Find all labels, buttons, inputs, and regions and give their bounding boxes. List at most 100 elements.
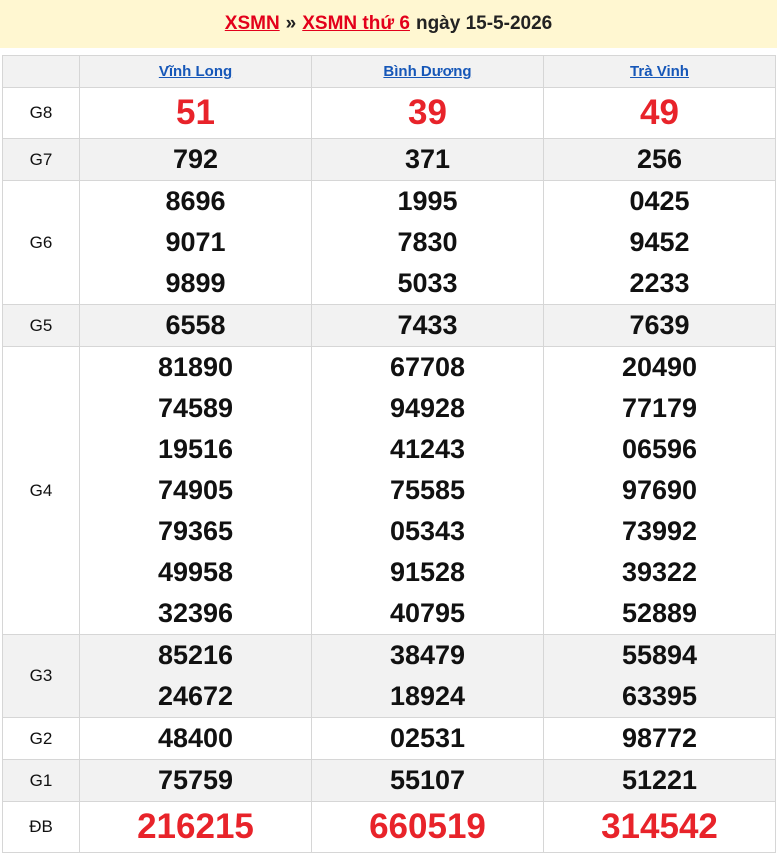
- result-number: 73992: [621, 516, 698, 546]
- result-number: 55107: [389, 765, 466, 795]
- result-cell: 67708 94928 41243 75585 05343 91528 4079…: [311, 346, 544, 635]
- special-prize-number: 314542: [601, 807, 718, 846]
- result-number: 20490: [621, 352, 698, 382]
- province-header-tra-vinh: Trà Vinh: [543, 55, 776, 88]
- breadcrumb-separator: »: [285, 13, 297, 34]
- result-number: 55894: [621, 640, 698, 670]
- result-cell: 49: [543, 87, 776, 139]
- result-number: 9071: [165, 227, 226, 257]
- prize-row-g1: G1 75759 55107 51221: [2, 759, 776, 802]
- result-cell: 48400: [79, 717, 312, 760]
- prize-label: G5: [2, 304, 80, 347]
- result-number: 7830: [397, 227, 458, 257]
- result-cell: 38479 18924: [311, 634, 544, 718]
- result-number: 75759: [157, 765, 234, 795]
- result-number: 39322: [621, 557, 698, 587]
- prize-label: G7: [2, 138, 80, 181]
- prize-label: G6: [2, 180, 80, 305]
- result-cell: 8696 9071 9899: [79, 180, 312, 305]
- result-cell: 75759: [79, 759, 312, 802]
- result-number: 18924: [389, 681, 466, 711]
- result-cell: 98772: [543, 717, 776, 760]
- prize-row-g4: G4 81890 74589 19516 74905 79365 49958 3…: [2, 346, 776, 635]
- result-number: 91528: [389, 557, 466, 587]
- result-number: 41243: [389, 434, 466, 464]
- xsmn-link[interactable]: XSMN: [225, 13, 280, 35]
- result-number: 256: [636, 144, 683, 174]
- result-number: 792: [172, 144, 219, 174]
- table-header-row: Vĩnh Long Bình Dương Trà Vinh: [2, 55, 776, 88]
- prize-row-g3: G3 85216 24672 38479 18924 55894 63395: [2, 634, 776, 718]
- result-number: 85216: [157, 640, 234, 670]
- result-number: 9452: [629, 227, 690, 257]
- result-number: 98772: [621, 723, 698, 753]
- result-number: 02531: [389, 723, 466, 753]
- result-number: 75585: [389, 475, 466, 505]
- province-link-vinh-long[interactable]: Vĩnh Long: [159, 63, 232, 80]
- result-number: 48400: [157, 723, 234, 753]
- page-header: XSMN » XSMN thứ 6 ngày 15-5-2026: [0, 0, 777, 48]
- result-number: 51221: [621, 765, 698, 795]
- result-cell: 1995 7830 5033: [311, 180, 544, 305]
- result-cell: 55107: [311, 759, 544, 802]
- prize-label: G1: [2, 759, 80, 802]
- special-prize-number: 216215: [137, 807, 254, 846]
- result-number: 24672: [157, 681, 234, 711]
- result-number: 81890: [157, 352, 234, 382]
- result-number: 371: [404, 144, 451, 174]
- province-header-binh-duong: Bình Dương: [311, 55, 544, 88]
- results-table: Vĩnh Long Bình Dương Trà Vinh G8 51 39 4…: [2, 55, 776, 853]
- result-cell: 216215: [79, 801, 312, 853]
- result-number: 74589: [157, 393, 234, 423]
- prize-header-cell: [2, 55, 80, 88]
- result-number: 63395: [621, 681, 698, 711]
- result-cell: 51221: [543, 759, 776, 802]
- prize-row-special: ĐB 216215 660519 314542: [2, 801, 776, 853]
- result-number: 5033: [397, 268, 458, 298]
- result-number: 8696: [165, 186, 226, 216]
- result-number: 06596: [621, 434, 698, 464]
- result-cell: 7639: [543, 304, 776, 347]
- result-cell: 55894 63395: [543, 634, 776, 718]
- prize-label: G8: [2, 87, 80, 139]
- xsmn-friday-link[interactable]: XSMN thứ 6: [302, 13, 410, 35]
- result-number: 7639: [629, 310, 690, 340]
- prize-row-g8: G8 51 39 49: [2, 87, 776, 139]
- result-number: 49958: [157, 557, 234, 587]
- prize-row-g2: G2 48400 02531 98772: [2, 717, 776, 760]
- result-cell: 314542: [543, 801, 776, 853]
- result-cell: 0425 9452 2233: [543, 180, 776, 305]
- result-cell: 660519: [311, 801, 544, 853]
- result-number: 40795: [389, 598, 466, 628]
- result-number: 19516: [157, 434, 234, 464]
- result-number: 39: [408, 93, 447, 132]
- province-link-tra-vinh[interactable]: Trà Vinh: [630, 63, 689, 80]
- special-prize-number: 660519: [369, 807, 486, 846]
- result-number: 05343: [389, 516, 466, 546]
- result-number: 74905: [157, 475, 234, 505]
- province-link-binh-duong[interactable]: Bình Dương: [383, 63, 471, 80]
- result-cell: 6558: [79, 304, 312, 347]
- prize-row-g6: G6 8696 9071 9899 1995 7830 5033 0425 94…: [2, 180, 776, 305]
- result-cell: 81890 74589 19516 74905 79365 49958 3239…: [79, 346, 312, 635]
- prize-label: G3: [2, 634, 80, 718]
- result-number: 51: [176, 93, 215, 132]
- draw-date: ngày 15-5-2026: [415, 13, 553, 34]
- result-cell: 256: [543, 138, 776, 181]
- result-number: 0425: [629, 186, 690, 216]
- result-cell: 02531: [311, 717, 544, 760]
- result-number: 94928: [389, 393, 466, 423]
- result-number: 1995: [397, 186, 458, 216]
- result-cell: 51: [79, 87, 312, 139]
- prize-row-g7: G7 792 371 256: [2, 138, 776, 181]
- result-number: 67708: [389, 352, 466, 382]
- result-cell: 85216 24672: [79, 634, 312, 718]
- result-cell: 792: [79, 138, 312, 181]
- result-number: 2233: [629, 268, 690, 298]
- result-number: 7433: [397, 310, 458, 340]
- prize-row-g5: G5 6558 7433 7639: [2, 304, 776, 347]
- result-number: 49: [640, 93, 679, 132]
- prize-label: G4: [2, 346, 80, 635]
- result-cell: 371: [311, 138, 544, 181]
- result-number: 77179: [621, 393, 698, 423]
